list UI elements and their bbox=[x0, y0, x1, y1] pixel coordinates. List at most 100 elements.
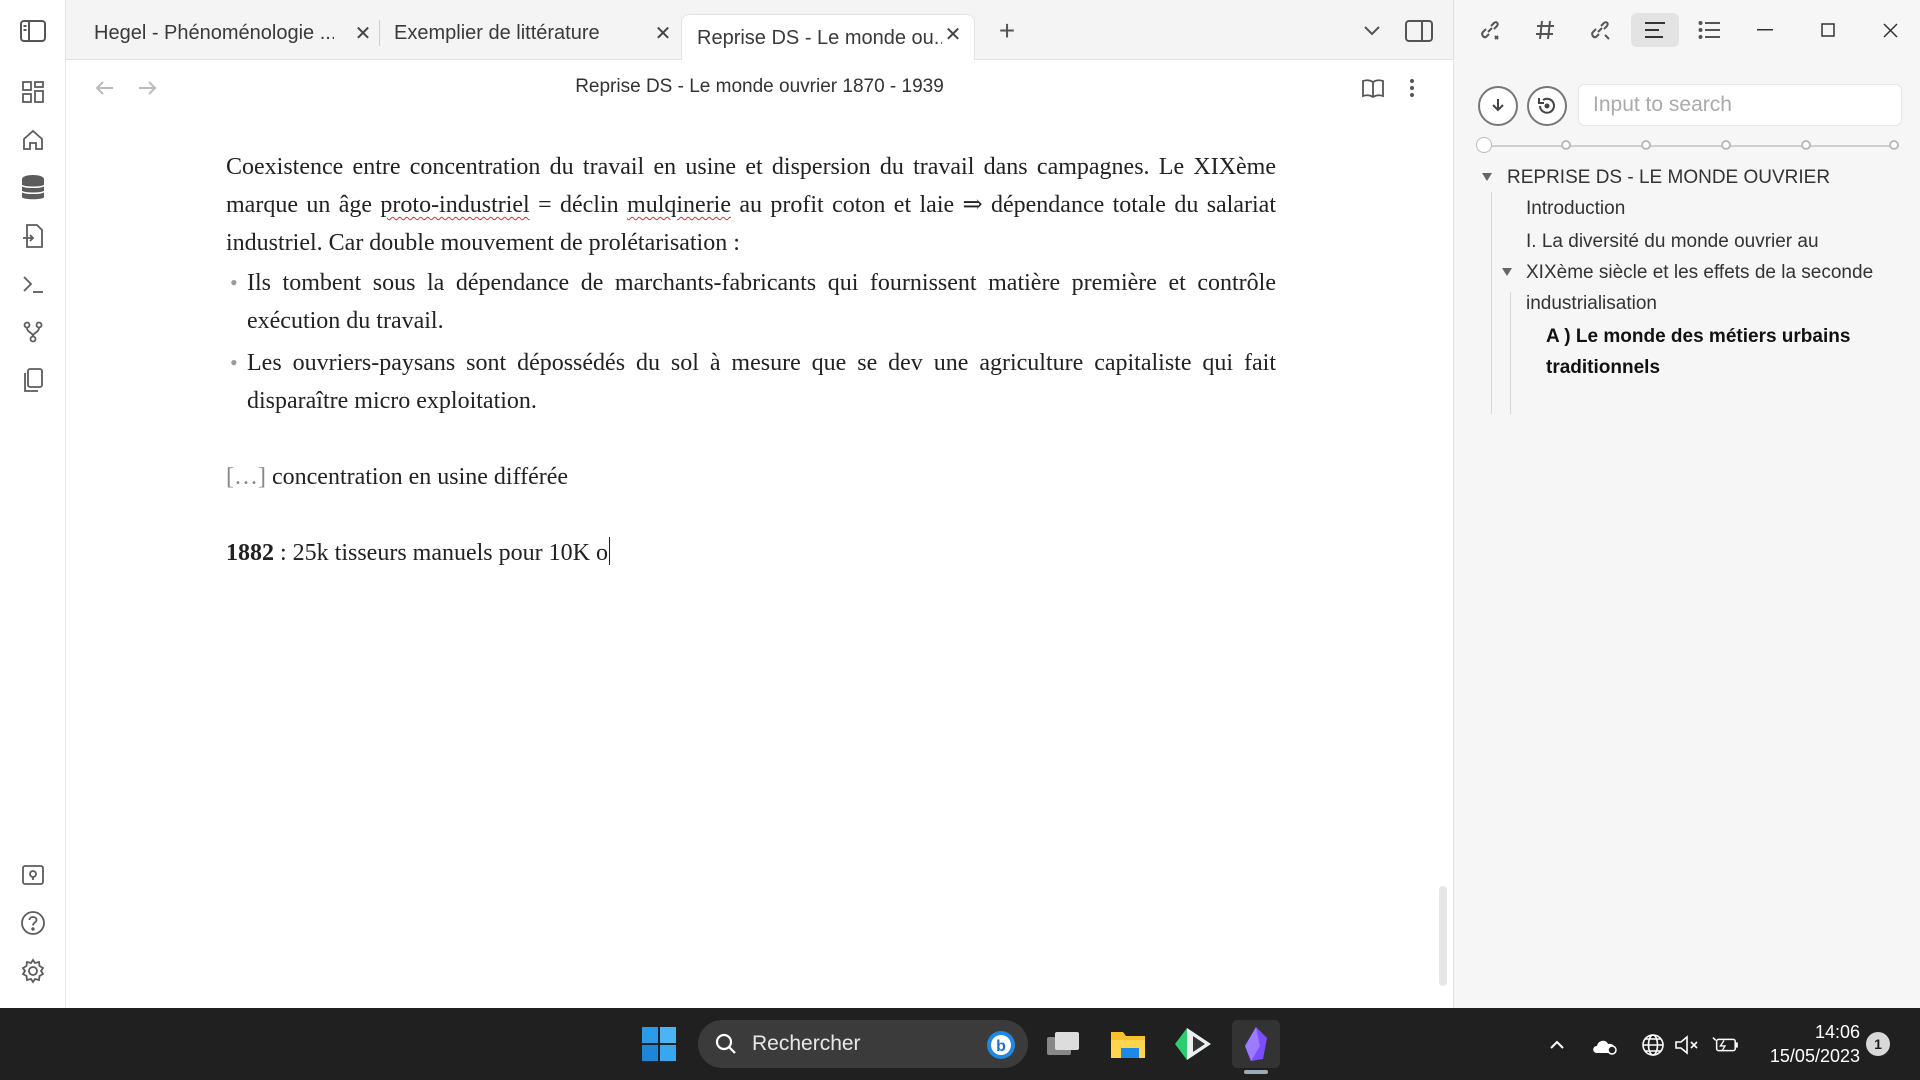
reset-refresh-icon[interactable] bbox=[1527, 86, 1567, 126]
window-close-icon[interactable] bbox=[1866, 13, 1914, 47]
list-item: • Les ouvriers-paysans sont dépossédés du… bbox=[226, 344, 1276, 420]
scrollbar-thumb[interactable] bbox=[1439, 886, 1447, 986]
collapse-arrow-icon[interactable] bbox=[1482, 173, 1492, 181]
text-span: : 25k tisseurs manuels pour 10K o bbox=[274, 540, 608, 566]
clock-date: 15/05/2023 bbox=[1769, 1046, 1860, 1066]
clock-time: 14:06 bbox=[1814, 1022, 1860, 1042]
text-cursor bbox=[608, 537, 611, 565]
slider-stop[interactable] bbox=[1801, 140, 1811, 150]
help-icon[interactable] bbox=[18, 908, 48, 938]
outline-label: industrialisation bbox=[1526, 293, 1657, 314]
tree-guide-line bbox=[1510, 292, 1511, 414]
taskbar-clock[interactable]: 14:06 15/05/2023 bbox=[1750, 1020, 1860, 1068]
close-icon[interactable]: ✕ bbox=[352, 22, 374, 45]
bing-icon[interactable]: b bbox=[986, 1030, 1016, 1060]
tab-exemplier[interactable]: Exemplier de littérature ✕ bbox=[394, 14, 684, 52]
slider-stop[interactable] bbox=[1641, 140, 1651, 150]
reading-view-book-icon[interactable] bbox=[1358, 74, 1388, 102]
maximize-icon[interactable] bbox=[1804, 13, 1852, 47]
close-icon[interactable]: ✕ bbox=[942, 23, 964, 46]
paragraph-1882: 1882 : 25k tisseurs manuels pour 10K o bbox=[226, 534, 1276, 572]
bullet-dot: • bbox=[230, 270, 238, 295]
sidebar-toggle-icon[interactable] bbox=[18, 16, 48, 46]
bullet-dot: • bbox=[230, 350, 238, 375]
minimize-icon[interactable] bbox=[1741, 13, 1789, 47]
dashboard-icon[interactable] bbox=[18, 77, 48, 107]
copy-files-icon[interactable] bbox=[18, 365, 48, 395]
git-branch-icon[interactable] bbox=[18, 317, 48, 347]
outline-label: A ) Le monde des métiers urbains bbox=[1546, 326, 1851, 347]
tray-overflow-chevron-icon[interactable] bbox=[1544, 1032, 1570, 1058]
tab-label: Reprise DS - Le monde ou... bbox=[697, 26, 942, 49]
obsidian-app-icon[interactable] bbox=[1232, 1020, 1280, 1074]
list-icon[interactable] bbox=[1686, 13, 1734, 47]
text-span: concentration en usine différée bbox=[265, 464, 569, 490]
paragraph-concentration: […] concentration en usine différée bbox=[226, 458, 1276, 496]
onedrive-cloud-icon[interactable] bbox=[1590, 1032, 1620, 1058]
tags-hash-icon[interactable] bbox=[1521, 13, 1569, 47]
heading-level-slider[interactable] bbox=[1476, 137, 1899, 153]
outline-icon[interactable] bbox=[1631, 13, 1679, 47]
tab-reprise-ds[interactable]: Reprise DS - Le monde ou... ✕ bbox=[681, 14, 975, 61]
outgoing-links-icon[interactable] bbox=[1576, 13, 1624, 47]
svg-text:b: b bbox=[996, 1038, 1006, 1055]
close-icon[interactable]: ✕ bbox=[652, 22, 674, 45]
outline-label: Introduction bbox=[1526, 198, 1626, 219]
more-options-icon[interactable] bbox=[1400, 74, 1424, 102]
taskbar-search-box[interactable]: Rechercher b bbox=[698, 1020, 1028, 1068]
windows-start-icon[interactable] bbox=[635, 1020, 683, 1068]
outline-label: REPRISE DS - LE MONDE OUVRIER bbox=[1507, 167, 1831, 188]
slider-stop[interactable] bbox=[1721, 140, 1731, 150]
active-app-indicator bbox=[1244, 1070, 1268, 1074]
volume-muted-icon[interactable] bbox=[1674, 1032, 1700, 1058]
vault-switch-icon[interactable] bbox=[18, 860, 48, 890]
database-icon[interactable] bbox=[18, 173, 48, 203]
tab-label: Exemplier de littérature bbox=[394, 21, 600, 44]
notification-badge[interactable]: 1 bbox=[1866, 1032, 1890, 1056]
text-span: = déclin bbox=[529, 192, 628, 218]
tree-guide-line bbox=[1491, 192, 1492, 414]
note-title[interactable]: Reprise DS - Le monde ouvrier 1870 - 193… bbox=[66, 76, 1453, 98]
slider-stop[interactable] bbox=[1561, 140, 1571, 150]
outline-search-input[interactable] bbox=[1578, 84, 1902, 126]
file-explorer-icon[interactable] bbox=[1104, 1020, 1152, 1068]
list-item: • Ils tombent sous la dépendance de march… bbox=[226, 264, 1276, 340]
tab-label: Hegel - Phénoménologie ... bbox=[94, 21, 334, 44]
search-icon bbox=[714, 1032, 738, 1056]
right-sidebar: REPRISE DS - LE MONDE OUVRIER Introducti… bbox=[1453, 0, 1920, 1008]
misspelled-word[interactable]: proto-industriel bbox=[380, 192, 529, 218]
ellipsis-marker: […] bbox=[226, 464, 266, 490]
list-item-text: Ils tombent sous la dépendance de marcha… bbox=[247, 270, 1276, 334]
tab-list-chevron-icon[interactable] bbox=[1357, 16, 1387, 46]
outline-label: I. La diversité du monde ouvrier au bbox=[1526, 231, 1819, 252]
new-tab-plus-icon[interactable]: + bbox=[990, 14, 1024, 48]
slider-stop[interactable] bbox=[1889, 140, 1899, 150]
settings-gear-icon[interactable] bbox=[18, 956, 48, 986]
bullet-list: • Ils tombent sous la dépendance de march… bbox=[226, 264, 1276, 420]
download-circle-icon[interactable] bbox=[1478, 86, 1518, 126]
terminal-icon[interactable] bbox=[18, 269, 48, 299]
right-sidebar-toggle-icon[interactable] bbox=[1403, 16, 1435, 46]
home-icon[interactable] bbox=[18, 125, 48, 155]
bold-year: 1882 bbox=[226, 540, 274, 566]
gitkraken-app-icon[interactable] bbox=[1169, 1020, 1217, 1068]
search-label: Rechercher bbox=[752, 1032, 861, 1055]
outline-label: traditionnels bbox=[1546, 357, 1661, 378]
view-header: Reprise DS - Le monde ouvrier 1870 - 193… bbox=[66, 60, 1453, 116]
task-view-icon[interactable] bbox=[1040, 1020, 1088, 1068]
battery-charging-icon[interactable] bbox=[1712, 1032, 1738, 1058]
file-export-icon[interactable] bbox=[18, 221, 48, 251]
network-globe-icon[interactable] bbox=[1640, 1032, 1666, 1058]
obsidian-window: Hegel - Phénoménologie ... ✕ Exemplier d… bbox=[0, 0, 1920, 1008]
tab-hegel[interactable]: Hegel - Phénoménologie ... ✕ bbox=[94, 14, 384, 52]
outline-label: XIXème siècle et les effets de la second… bbox=[1526, 262, 1874, 283]
misspelled-word[interactable]: mulqinerie bbox=[627, 192, 731, 218]
backlinks-icon[interactable] bbox=[1466, 13, 1514, 47]
left-ribbon bbox=[0, 0, 66, 1008]
slider-knob[interactable] bbox=[1476, 137, 1492, 153]
note-content[interactable]: Coexistence entre concentration du trava… bbox=[226, 148, 1276, 572]
collapse-arrow-icon[interactable] bbox=[1502, 268, 1512, 276]
paragraph-coexistence: Coexistence entre concentration du trava… bbox=[226, 148, 1276, 262]
list-item-text: Les ouvriers-paysans sont dépossédés du … bbox=[247, 350, 1276, 414]
tab-bar: Hegel - Phénoménologie ... ✕ Exemplier d… bbox=[66, 0, 1453, 61]
